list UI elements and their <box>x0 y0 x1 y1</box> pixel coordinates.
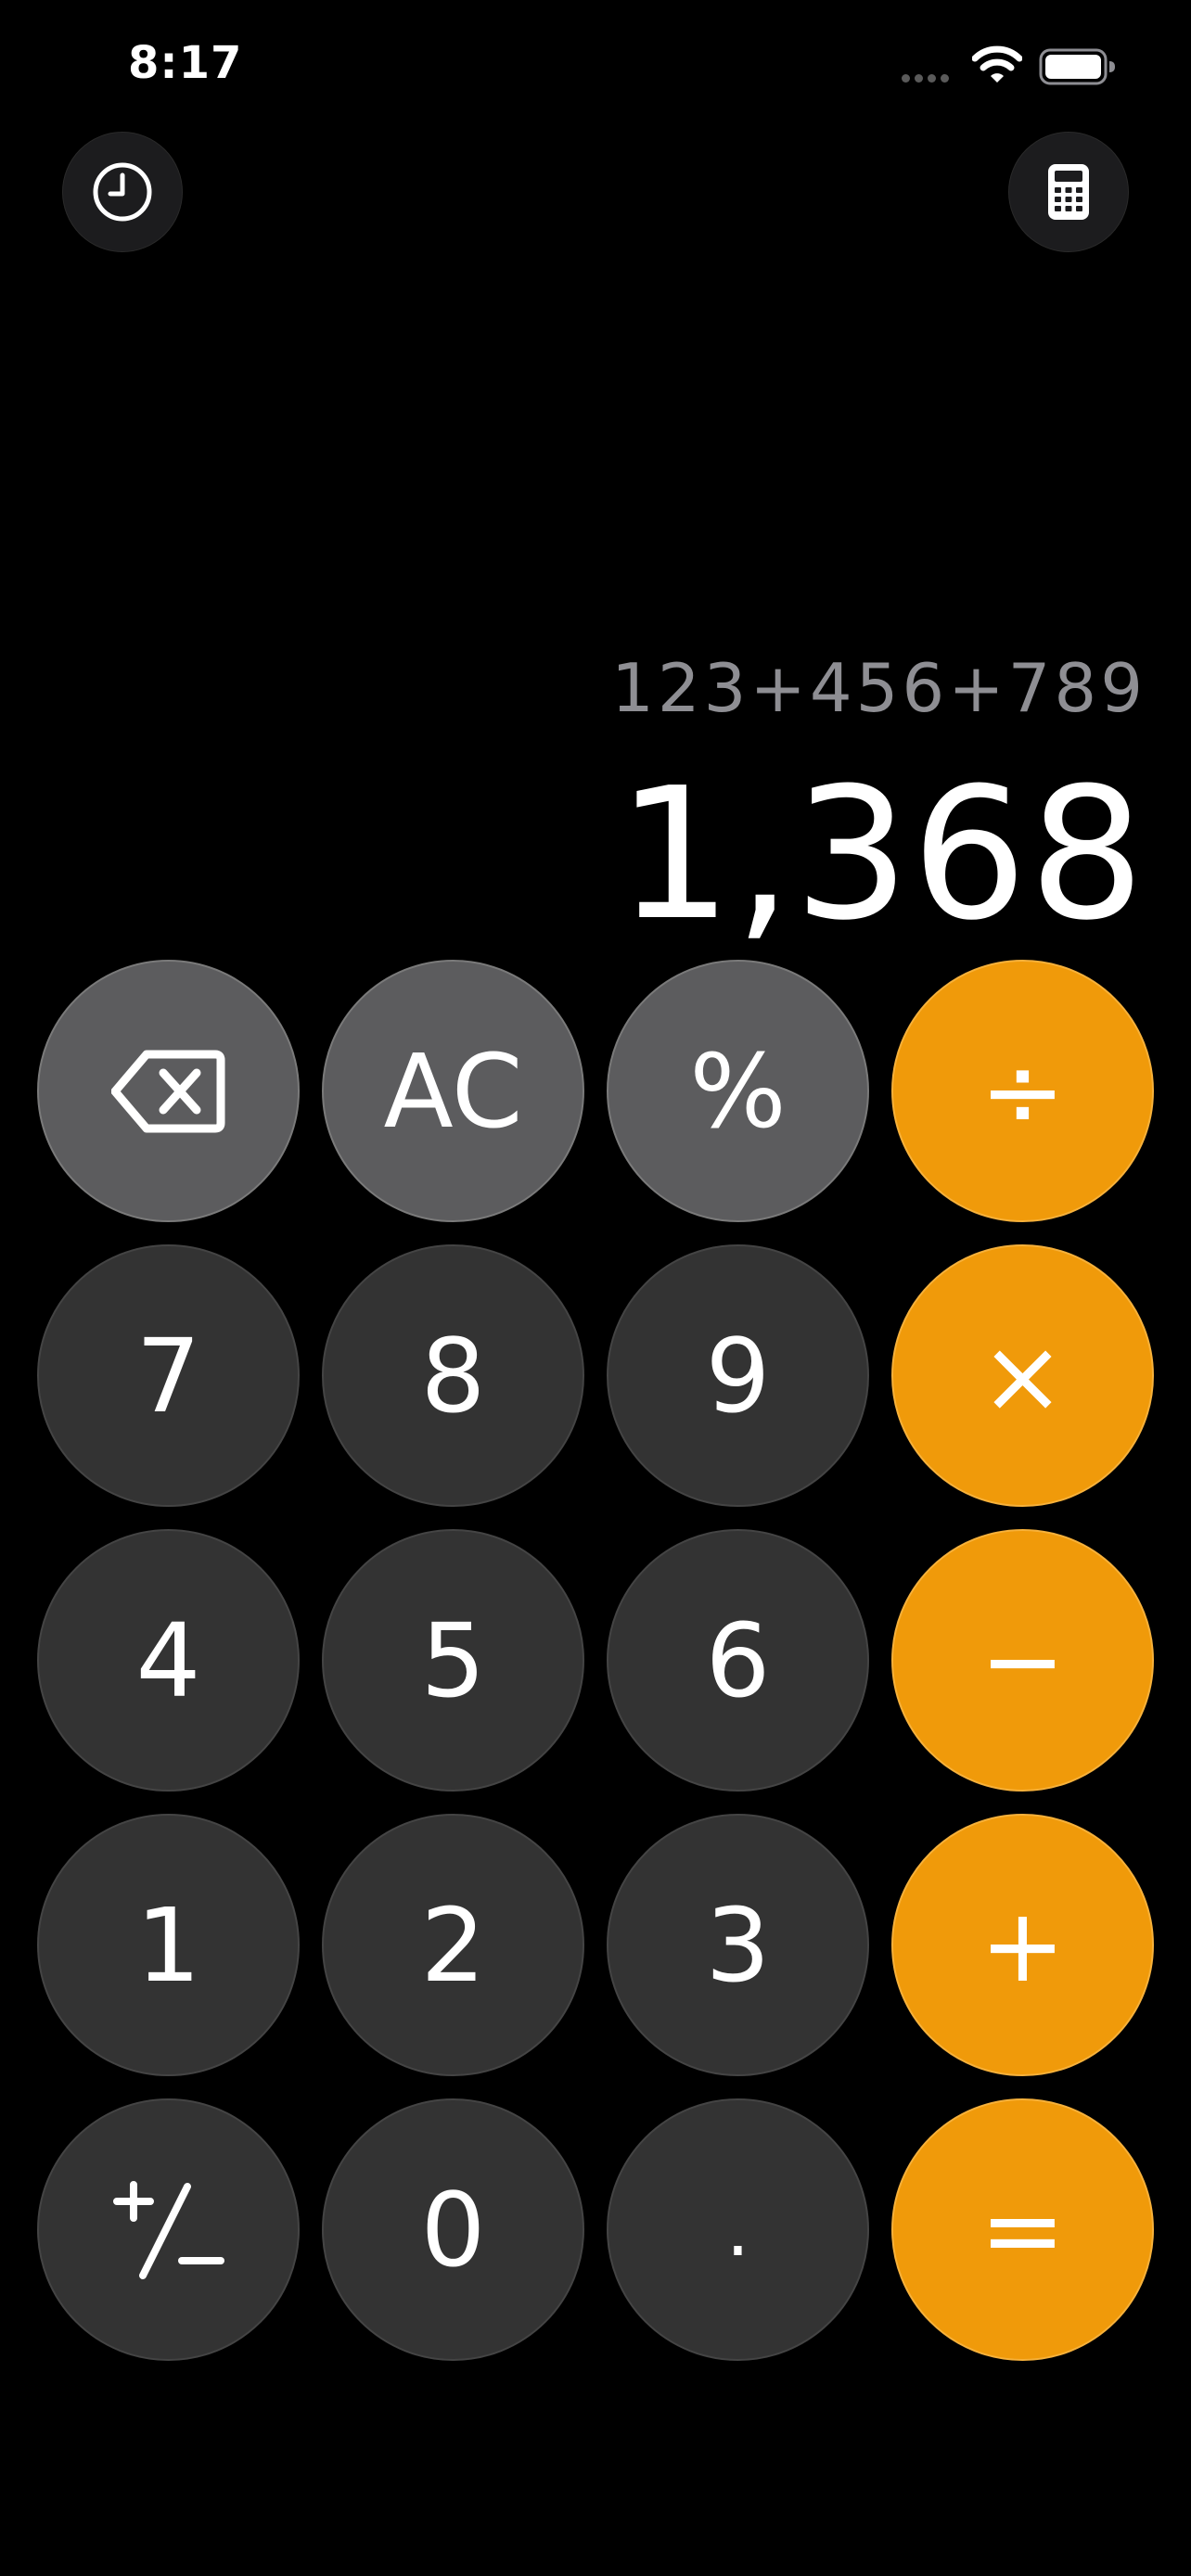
equals-button[interactable]: = <box>891 2098 1154 2361</box>
digit-7-label: 7 <box>135 1316 201 1435</box>
all-clear-button[interactable]: AC <box>322 960 584 1222</box>
all-clear-label: AC <box>383 1031 523 1151</box>
digit-5-label: 5 <box>420 1600 486 1720</box>
digit-4-button[interactable]: 4 <box>37 1529 300 1792</box>
calculator-icon <box>1046 162 1091 222</box>
digit-6-button[interactable]: 6 <box>607 1529 869 1792</box>
decimal-label: . <box>725 2186 750 2273</box>
multiply-button[interactable]: × <box>891 1244 1154 1507</box>
add-label: + <box>980 1885 1066 2005</box>
result-display: 1,368 <box>616 749 1146 961</box>
backspace-icon <box>110 1047 226 1136</box>
divide-label: ÷ <box>980 1031 1066 1151</box>
digit-2-button[interactable]: 2 <box>322 1814 584 2076</box>
percent-label: % <box>689 1031 787 1151</box>
digit-9-button[interactable]: 9 <box>607 1244 869 1507</box>
decimal-button[interactable]: . <box>607 2098 869 2361</box>
subtract-button[interactable]: − <box>891 1529 1154 1792</box>
status-bar: 8:17 <box>0 0 1191 130</box>
history-button[interactable] <box>62 132 183 252</box>
battery-icon <box>1039 48 1117 85</box>
expression-display: 123+456+789 <box>611 649 1146 727</box>
signal-dots-icon <box>902 74 957 83</box>
digit-0-button[interactable]: 0 <box>322 2098 584 2361</box>
digit-7-button[interactable]: 7 <box>37 1244 300 1507</box>
percent-button[interactable]: % <box>607 960 869 1222</box>
subtract-label: − <box>980 1600 1066 1720</box>
history-clock-icon <box>90 159 155 224</box>
digit-6-label: 6 <box>705 1600 771 1720</box>
digit-0-label: 0 <box>420 2170 486 2289</box>
digit-1-label: 1 <box>135 1885 201 2005</box>
status-time: 8:17 <box>128 37 243 89</box>
digit-1-button[interactable]: 1 <box>37 1814 300 2076</box>
divide-button[interactable]: ÷ <box>891 960 1154 1222</box>
equals-label: = <box>980 2170 1066 2289</box>
multiply-label: × <box>980 1316 1066 1435</box>
digit-3-label: 3 <box>705 1885 771 2005</box>
keypad: AC % ÷ 7 8 9 × 4 5 6 − 1 2 3 + 0 . = <box>37 960 1154 2361</box>
digit-8-label: 8 <box>420 1316 486 1435</box>
add-button[interactable]: + <box>891 1814 1154 2076</box>
digit-5-button[interactable]: 5 <box>322 1529 584 1792</box>
digit-2-label: 2 <box>420 1885 486 2005</box>
backspace-button[interactable] <box>37 960 300 1222</box>
digit-8-button[interactable]: 8 <box>322 1244 584 1507</box>
plus-minus-icon <box>111 2179 226 2281</box>
digit-9-label: 9 <box>705 1316 771 1435</box>
wifi-icon <box>972 45 1022 85</box>
digit-4-label: 4 <box>135 1600 201 1720</box>
plus-minus-button[interactable] <box>37 2098 300 2361</box>
digit-3-button[interactable]: 3 <box>607 1814 869 2076</box>
calculator-mode-button[interactable] <box>1008 132 1129 252</box>
